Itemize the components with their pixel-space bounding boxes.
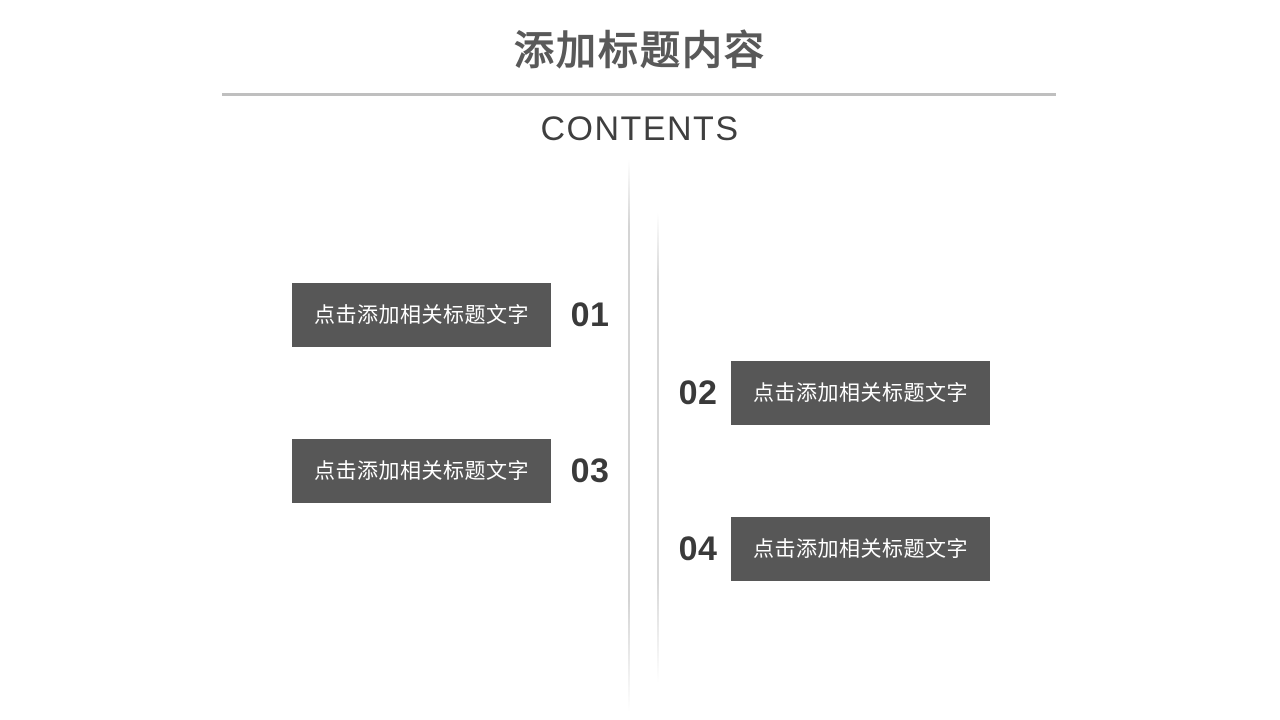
entry-label-04: 点击添加相关标题文字 [753, 537, 968, 561]
contents-subtitle: CONTENTS [540, 110, 740, 148]
entry-label-02: 点击添加相关标题文字 [753, 381, 968, 405]
entry-number-01: 01 [570, 296, 610, 334]
content-entry-02[interactable]: 02 点击添加相关标题文字 [673, 361, 990, 425]
entry-label-03: 点击添加相关标题文字 [314, 459, 529, 483]
entry-box-04[interactable]: 点击添加相关标题文字 [731, 517, 990, 581]
entry-box-02[interactable]: 点击添加相关标题文字 [731, 361, 990, 425]
content-entry-01[interactable]: 点击添加相关标题文字 01 [292, 283, 615, 347]
title-divider [222, 93, 1056, 96]
vertical-guide-right [657, 213, 659, 683]
entry-box-03[interactable]: 点击添加相关标题文字 [292, 439, 551, 503]
entry-number-02: 02 [678, 374, 718, 412]
slide-canvas: 添加标题内容 CONTENTS 点击添加相关标题文字 01 02 点击添加相关标… [0, 0, 1280, 720]
content-entry-03[interactable]: 点击添加相关标题文字 03 [292, 439, 615, 503]
entry-number-03: 03 [570, 452, 610, 490]
content-entry-04[interactable]: 04 点击添加相关标题文字 [673, 517, 990, 581]
vertical-guide-left [628, 160, 630, 712]
page-title: 添加标题内容 [514, 29, 766, 73]
entry-box-01[interactable]: 点击添加相关标题文字 [292, 283, 551, 347]
entry-label-01: 点击添加相关标题文字 [314, 303, 529, 327]
entry-number-04: 04 [678, 530, 718, 568]
